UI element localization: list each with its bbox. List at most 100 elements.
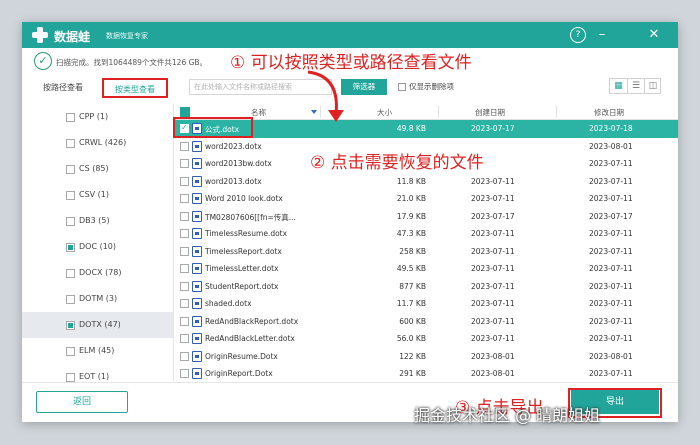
- file-name: word2013.dotx: [205, 176, 262, 186]
- file-name: StudentReport.dotx: [205, 281, 279, 291]
- column-header-name[interactable]: 名称: [251, 107, 266, 118]
- table-row[interactable]: TM02807606[[fn=传真... 17.9 KB 2023-07-17 202…: [174, 208, 678, 226]
- file-modified-date: 2023-07-11: [589, 246, 633, 256]
- table-row[interactable]: shaded.dotx 11.7 KB 2023-07-11 2023-07-11: [174, 295, 678, 313]
- column-header-modified[interactable]: 修改日期: [594, 107, 624, 118]
- file-type-item[interactable]: DOTM (3): [22, 286, 173, 312]
- file-created-date: 2023-07-11: [471, 316, 515, 326]
- file-name: shaded.dotx: [205, 299, 252, 308]
- view-mode-tabs: 按路径查看 按类型查看: [22, 78, 182, 100]
- row-checkbox[interactable]: [180, 281, 189, 291]
- tab-by-type[interactable]: 按类型查看: [102, 78, 168, 98]
- column-header-created[interactable]: 创建日期: [475, 107, 505, 118]
- row-checkbox[interactable]: [180, 316, 189, 326]
- detail-view-icon[interactable]: ◫: [644, 79, 661, 93]
- deleted-only-checkbox[interactable]: 仅显示删除项: [398, 81, 454, 92]
- file-type-list: CPP (1) CRWL (426) CS (85) CSV (1) DB3 (5) DO…: [22, 104, 174, 382]
- list-view-icon[interactable]: ☰: [627, 79, 644, 93]
- back-button[interactable]: 返回: [36, 391, 128, 413]
- file-name: TM02807606[[fn=传真...: [205, 212, 296, 222]
- file-type-checkbox[interactable]: [66, 373, 75, 382]
- file-type-checkbox[interactable]: [66, 113, 75, 122]
- highlight-selected-file: [173, 117, 253, 138]
- file-size: 56.0 KB: [396, 334, 426, 343]
- file-modified-date: 2023-07-11: [589, 194, 633, 203]
- row-checkbox[interactable]: [180, 334, 189, 343]
- table-row[interactable]: OriginResume.Dotx 122 KB 2023-08-01 2023-08…: [174, 348, 678, 366]
- row-checkbox[interactable]: [180, 264, 189, 273]
- file-type-item[interactable]: DB3 (5): [22, 208, 173, 234]
- file-created-date: 2023-08-01: [471, 369, 515, 378]
- file-name: RedAndBlackLetter.dotx: [205, 334, 295, 343]
- table-row[interactable]: RedAndBlackLetter.dotx 56.0 KB 2023-07-11 2…: [174, 330, 678, 348]
- table-row[interactable]: OriginReport.Dotx 291 KB 2023-08-01 2023-07…: [174, 365, 678, 382]
- minimize-icon[interactable]: –: [594, 27, 610, 43]
- file-type-checkbox[interactable]: [66, 191, 75, 200]
- file-type-item[interactable]: DOTX (47): [22, 312, 173, 338]
- grid-view-icon[interactable]: ▦: [610, 79, 627, 93]
- row-checkbox[interactable]: [180, 299, 189, 308]
- row-checkbox[interactable]: [180, 229, 189, 238]
- word-file-icon: [192, 140, 202, 152]
- file-size: 122 KB: [399, 351, 426, 361]
- word-file-icon: [192, 333, 202, 344]
- file-type-checkbox[interactable]: [66, 269, 75, 278]
- annotation-arrow-icon: [307, 70, 344, 122]
- file-modified-date: 2023-07-11: [589, 264, 633, 273]
- file-type-label: DOCX (78): [79, 268, 122, 277]
- row-checkbox[interactable]: [180, 351, 189, 361]
- file-type-checkbox[interactable]: [66, 165, 75, 174]
- file-type-checkbox[interactable]: [66, 139, 75, 148]
- file-modified-date: 2023-07-11: [589, 334, 633, 343]
- row-checkbox[interactable]: [180, 141, 189, 151]
- close-icon[interactable]: ✕: [646, 27, 662, 43]
- table-row[interactable]: RedAndBlackReport.dotx 600 KB 2023-07-11 20…: [174, 313, 678, 331]
- table-row[interactable]: TimelessResume.dotx 47.3 KB 2023-07-11 2023…: [174, 225, 678, 243]
- file-type-item[interactable]: CSV (1): [22, 182, 173, 208]
- file-created-date: 2023-07-11: [471, 281, 515, 291]
- row-checkbox[interactable]: [180, 369, 189, 378]
- file-type-item[interactable]: ELM (45): [22, 338, 173, 364]
- file-type-checkbox[interactable]: [66, 217, 75, 226]
- annotation-step2: ② 点击需要恢复的文件: [310, 153, 484, 173]
- row-checkbox[interactable]: [180, 194, 189, 203]
- checkbox-icon: [398, 83, 406, 91]
- tab-by-path[interactable]: 按路径查看: [38, 78, 88, 98]
- file-name: Word 2010 look.dotx: [205, 194, 283, 203]
- word-file-icon: [192, 193, 202, 204]
- file-modified-date: 2023-07-11: [589, 229, 633, 238]
- word-file-icon: [192, 175, 202, 187]
- file-type-item[interactable]: DOCX (78): [22, 260, 173, 286]
- table-row[interactable]: word2013.dotx 11.8 KB 2023-07-11 2023-07-11: [174, 173, 678, 191]
- app-window: 数据蛙 数据恢复专家 ? – ✕ ✓ 扫描完成。找到1064489个文件共126…: [22, 22, 678, 422]
- row-checkbox[interactable]: [180, 159, 189, 168]
- file-type-item[interactable]: CPP (1): [22, 104, 173, 130]
- word-file-icon: [192, 350, 202, 362]
- file-type-checkbox[interactable]: [66, 321, 75, 330]
- file-name: word2023.dotx: [205, 141, 262, 151]
- file-modified-date: 2023-07-11: [589, 369, 633, 378]
- row-checkbox[interactable]: [180, 176, 189, 186]
- table-row[interactable]: TimelessLetter.dotx 49.5 KB 2023-07-11 2023…: [174, 260, 678, 278]
- watermark-text: 掘金技术社区 @ 晴朗姐姐: [414, 406, 601, 425]
- file-type-checkbox[interactable]: [66, 243, 75, 252]
- file-type-item[interactable]: CRWL (426): [22, 130, 173, 156]
- file-name: OriginReport.Dotx: [205, 369, 273, 378]
- file-type-item[interactable]: CS (85): [22, 156, 173, 182]
- file-type-item[interactable]: DOC (10): [22, 234, 173, 260]
- file-type-label: CPP (1): [79, 112, 109, 121]
- file-name: TimelessReport.dotx: [205, 246, 282, 256]
- file-modified-date: 2023-07-11: [589, 316, 633, 326]
- column-header-size[interactable]: 大小: [377, 107, 392, 118]
- file-type-checkbox[interactable]: [66, 347, 75, 356]
- file-modified-date: 2023-07-11: [589, 176, 633, 186]
- file-type-checkbox[interactable]: [66, 295, 75, 304]
- row-checkbox[interactable]: [180, 211, 189, 221]
- table-row[interactable]: Word 2010 look.dotx 21.0 KB 2023-07-11 2023…: [174, 190, 678, 208]
- table-row[interactable]: TimelessReport.dotx 258 KB 2023-07-11 2023-…: [174, 243, 678, 261]
- row-checkbox[interactable]: [180, 246, 189, 256]
- help-icon[interactable]: ?: [570, 27, 586, 43]
- select-all-checkbox[interactable]: [180, 107, 190, 117]
- file-type-item[interactable]: EOT (1): [22, 364, 173, 382]
- table-row[interactable]: StudentReport.dotx 877 KB 2023-07-11 2023-0…: [174, 278, 678, 296]
